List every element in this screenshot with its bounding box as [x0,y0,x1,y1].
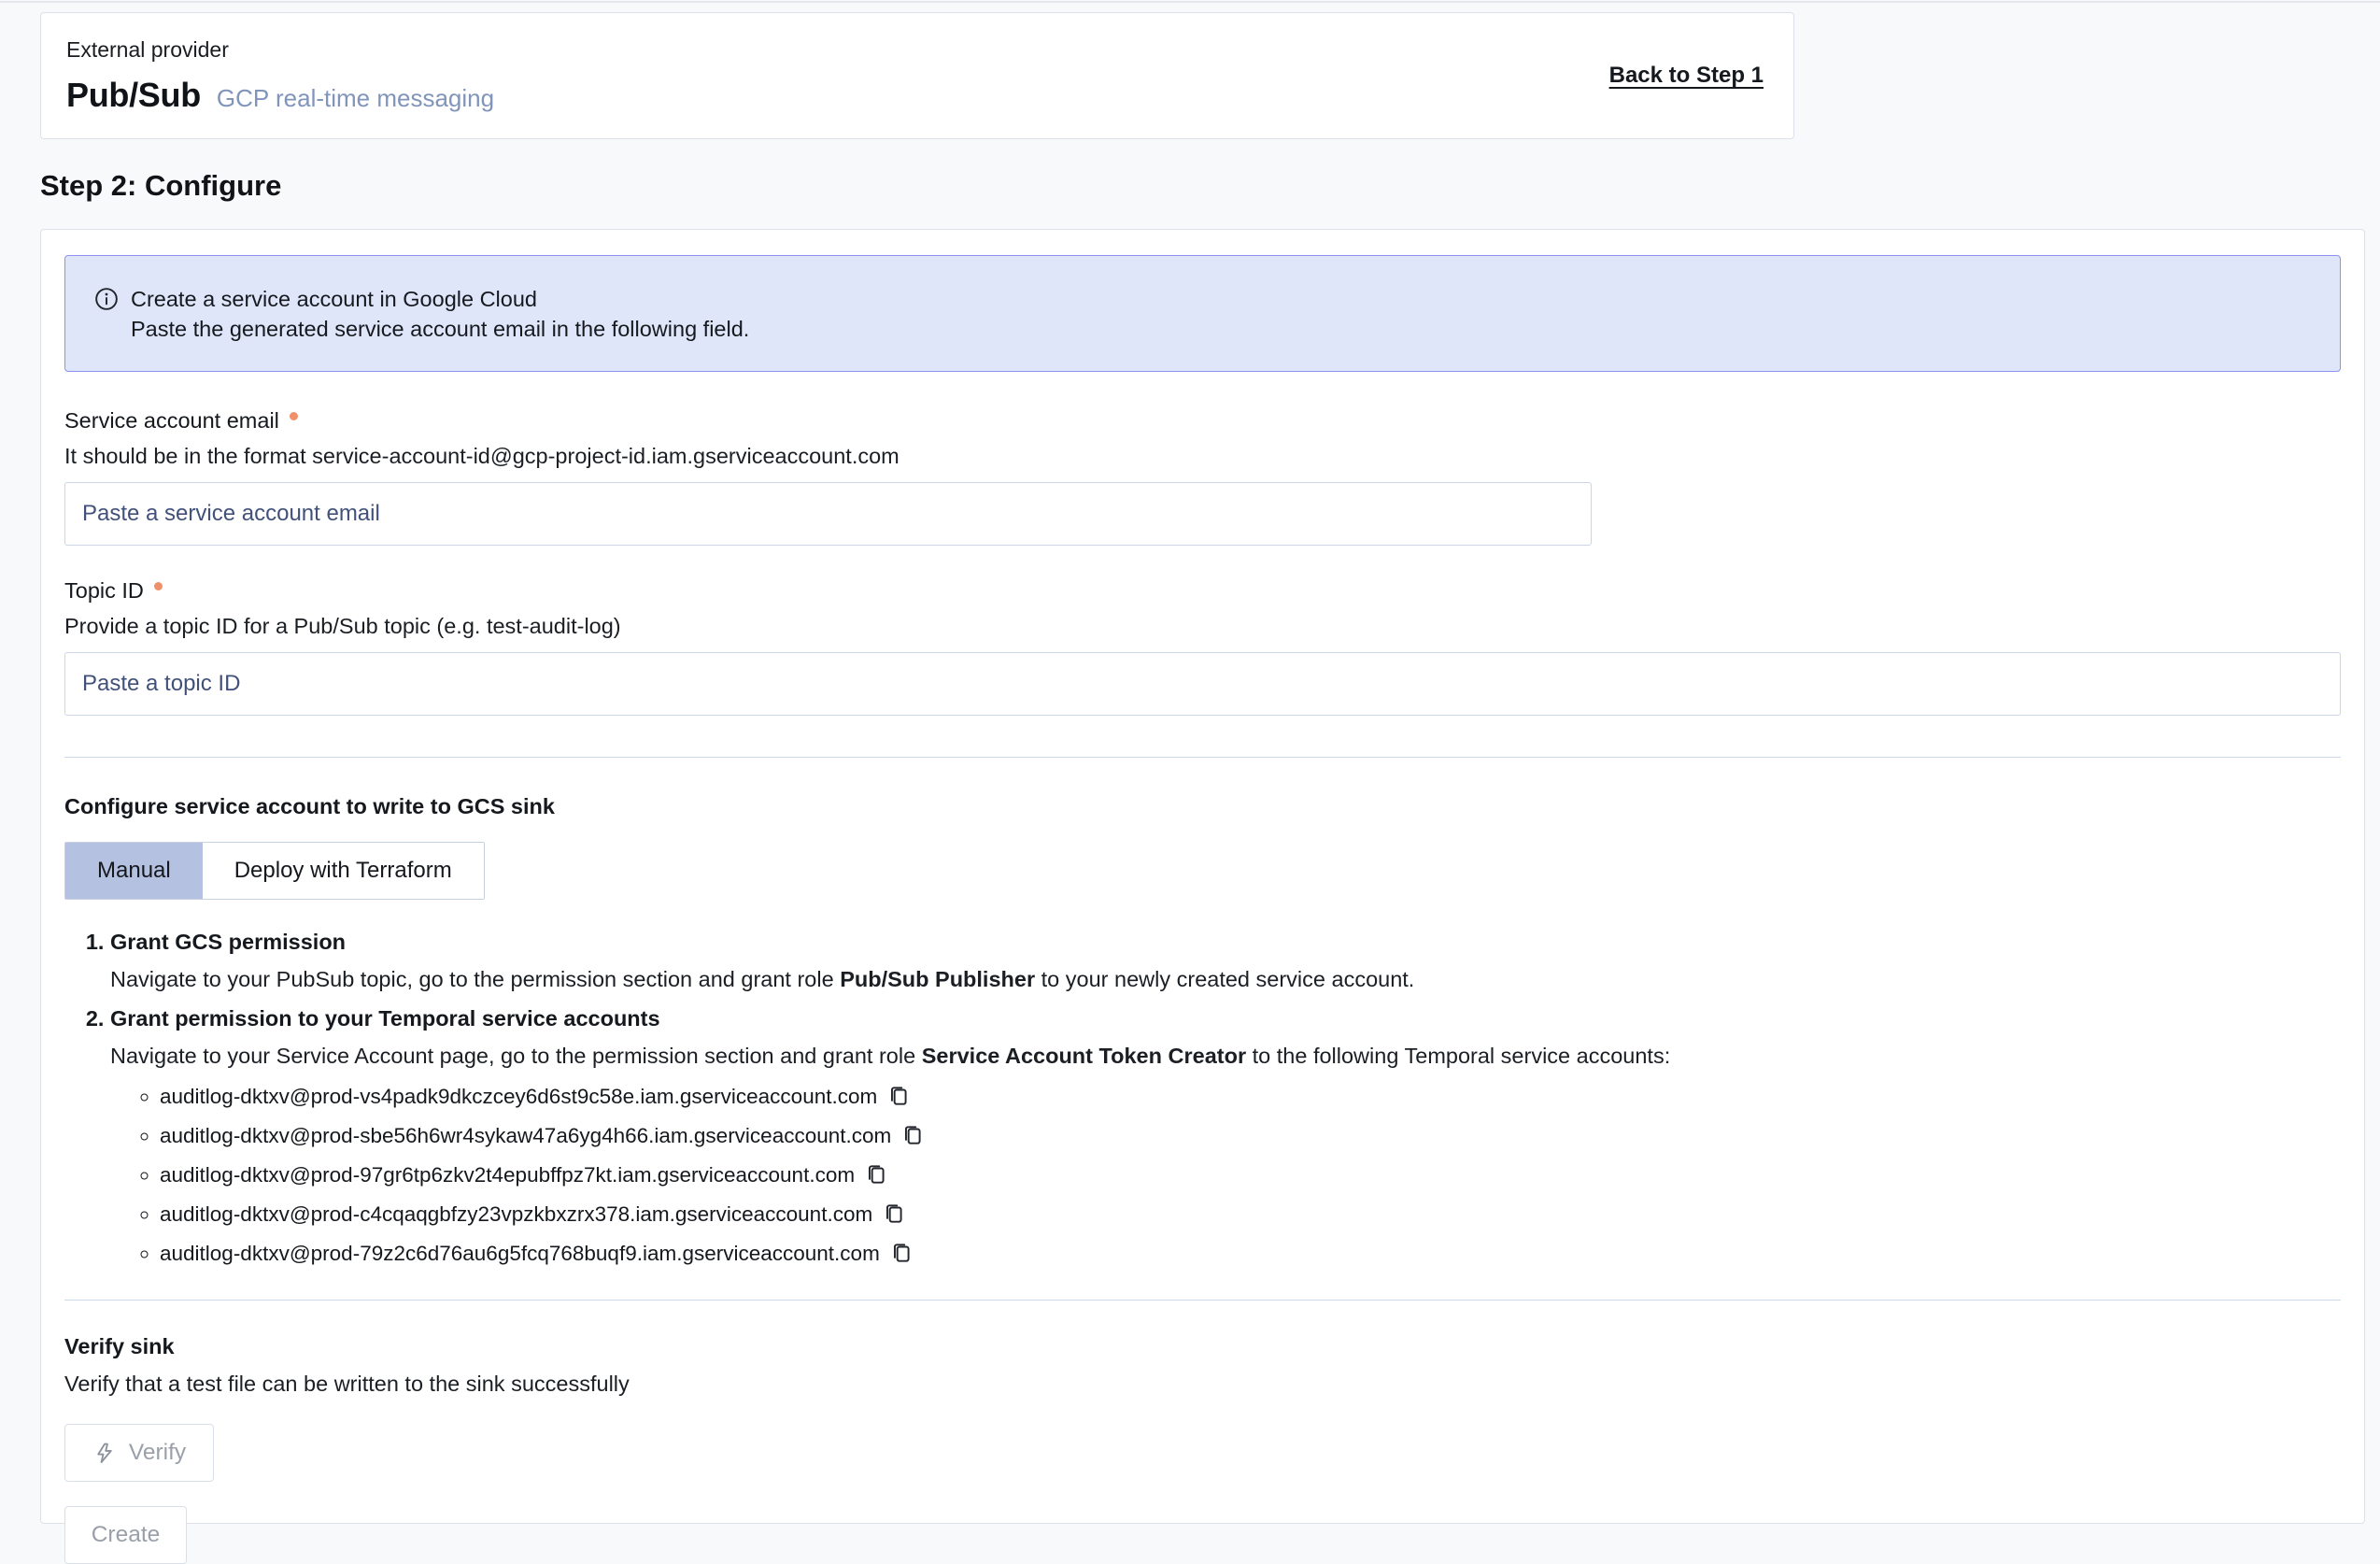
step-grant-temporal-permission: Grant permission to your Temporal servic… [110,1002,2341,1275]
create-button-label: Create [92,1522,161,1548]
top-divider [0,1,2380,3]
create-button[interactable]: Create [64,1506,187,1564]
step-title: Grant GCS permission [110,930,346,954]
role-name: Pub/Sub Publisher [840,967,1035,991]
copy-icon[interactable] [889,1246,914,1270]
required-indicator [154,582,163,590]
role-name: Service Account Token Creator [922,1044,1246,1068]
copy-icon[interactable] [886,1089,911,1113]
tab-manual[interactable]: Manual [65,843,203,899]
back-to-step-1-link[interactable]: Back to Step 1 [1609,63,1764,89]
list-item: auditlog-dktxv@prod-97gr6tp6zkv2t4epubff… [160,1158,2341,1197]
topic-id-input[interactable] [64,652,2341,716]
step-body-text: Navigate to your PubSub topic, go to the… [110,967,840,991]
alert-body: Paste the generated service account emai… [131,314,749,344]
provider-card-label: External provider [66,37,494,63]
section-divider [64,757,2341,758]
service-account-email: auditlog-dktxv@prod-vs4padk9dkczcey6d6st… [160,1085,877,1108]
verify-sink-description: Verify that a test file can be written t… [64,1370,2341,1398]
service-account-email: auditlog-dktxv@prod-97gr6tp6zkv2t4epubff… [160,1163,855,1187]
service-account-email-helper: It should be in the format service-accou… [64,443,2341,469]
lightning-bolt-icon [92,1442,116,1465]
service-account-email-input[interactable] [64,482,1592,546]
configure-card: Create a service account in Google Cloud… [40,229,2365,1524]
step-title: Grant permission to your Temporal servic… [110,1006,660,1031]
configure-section-title: Configure service account to write to GC… [64,793,2341,819]
list-item: auditlog-dktxv@prod-vs4padk9dkczcey6d6st… [160,1079,2341,1118]
info-circle-icon [94,287,119,344]
verify-sink-title: Verify sink [64,1332,2341,1360]
instruction-steps: Grant GCS permission Navigate to your Pu… [64,926,2341,1275]
step-body-text: to your newly created service account. [1035,967,1414,991]
required-indicator [290,412,298,420]
copy-icon[interactable] [900,1129,925,1152]
service-account-email-label-text: Service account email [64,407,279,434]
section-divider [64,1300,2341,1301]
step-body-text: to the following Temporal service accoun… [1246,1044,1670,1068]
deploy-method-tabs: Manual Deploy with Terraform [64,842,485,900]
tab-deploy-with-terraform[interactable]: Deploy with Terraform [203,843,484,899]
provider-name: Pub/Sub [66,76,201,115]
step-body-text: Navigate to your Service Account page, g… [110,1044,922,1068]
verify-button-label: Verify [129,1440,186,1466]
topic-id-label-text: Topic ID [64,577,144,604]
page-title: Step 2: Configure [40,169,281,203]
info-alert: Create a service account in Google Cloud… [64,255,2341,372]
provider-card: External provider Pub/Sub GCP real-time … [40,12,1794,139]
alert-title: Create a service account in Google Cloud [131,284,749,314]
service-account-email: auditlog-dktxv@prod-sbe56h6wr4sykaw47a6y… [160,1124,891,1147]
copy-icon[interactable] [864,1168,888,1191]
service-account-email-label: Service account email [64,407,2341,434]
service-account-email: auditlog-dktxv@prod-79z2c6d76au6g5fcq768… [160,1242,880,1265]
list-item: auditlog-dktxv@prod-79z2c6d76au6g5fcq768… [160,1236,2341,1275]
service-account-list: auditlog-dktxv@prod-vs4padk9dkczcey6d6st… [110,1079,2341,1275]
verify-button[interactable]: Verify [64,1424,214,1482]
topic-id-label: Topic ID [64,577,2341,604]
topic-id-helper: Provide a topic ID for a Pub/Sub topic (… [64,613,2341,639]
step-grant-gcs-permission: Grant GCS permission Navigate to your Pu… [110,926,2341,995]
step-body: Navigate to your Service Account page, g… [110,1040,2341,1072]
step-body: Navigate to your PubSub topic, go to the… [110,963,2341,995]
provider-info: External provider Pub/Sub GCP real-time … [66,37,494,115]
provider-subtitle: GCP real-time messaging [217,84,494,113]
service-account-email: auditlog-dktxv@prod-c4cqaqgbfzy23vpzkbxz… [160,1202,872,1226]
list-item: auditlog-dktxv@prod-sbe56h6wr4sykaw47a6y… [160,1118,2341,1158]
list-item: auditlog-dktxv@prod-c4cqaqgbfzy23vpzkbxz… [160,1197,2341,1236]
copy-icon[interactable] [882,1207,906,1230]
